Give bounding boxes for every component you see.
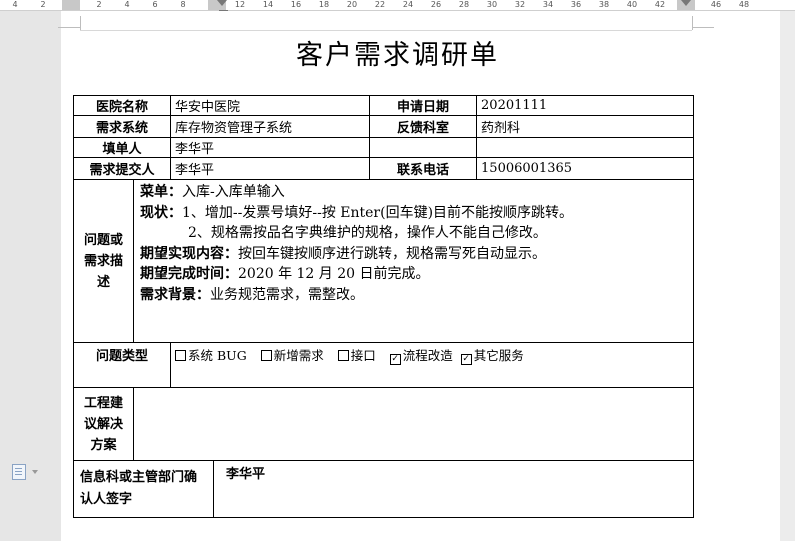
status-line: 现状：1、增加--发票号填好--按 Enter(回车键)目前不能按顺序跳转。: [140, 203, 687, 224]
menu-label: 菜单：: [140, 184, 182, 200]
background-line: 需求背景：业务规范需求，需整改。: [140, 285, 687, 306]
ruler-number: 34: [542, 0, 554, 9]
ruler-number: 38: [598, 0, 610, 9]
checkbox-icon[interactable]: [175, 350, 187, 361]
horizontal-ruler[interactable]: 4 2 2 4 6 8 12 14 16 18 20 22 24 26 28 3…: [0, 0, 795, 11]
dept-value[interactable]: 药剂科: [476, 115, 695, 138]
crop-mark: [692, 27, 714, 28]
filler-value[interactable]: 李华平: [170, 137, 371, 158]
ruler-number: 40: [626, 0, 638, 9]
apply-date-label: 申请日期: [369, 95, 478, 116]
hospital-label: 医院名称: [72, 95, 172, 116]
problem-description[interactable]: 菜单：入库-入库单输入 现状：1、增加--发票号填好--按 Enter(回车键)…: [132, 179, 695, 343]
system-value[interactable]: 库存物资管理子系统: [170, 115, 371, 138]
ruler-number: 4: [12, 0, 18, 9]
option-other-service[interactable]: ✓ 其它服务: [460, 345, 524, 365]
ruler-number: 30: [486, 0, 498, 9]
ruler-number: 32: [514, 0, 526, 9]
first-line-indent-handle[interactable]: [217, 0, 227, 6]
ruler-number: 16: [290, 0, 302, 9]
submitter-label: 需求提交人: [72, 157, 172, 180]
right-indent-handle[interactable]: [681, 0, 691, 6]
sign-value[interactable]: 李华平: [213, 460, 695, 518]
dept-label: 反馈科室: [369, 115, 478, 138]
page-gutter: [780, 11, 795, 541]
crop-mark: [58, 27, 80, 28]
request-form-table: 医院名称 华安中医院 申请日期 20201111 需求系统 库存物资管理子系统 …: [72, 95, 695, 518]
ruler-number: 26: [430, 0, 442, 9]
problem-label: 问题或需求描述: [73, 179, 134, 343]
ruler-number: 22: [374, 0, 386, 9]
ruler-number: 2: [96, 0, 102, 9]
empty-value-cell[interactable]: [476, 137, 695, 158]
menu-line: 菜单：入库-入库单输入: [140, 182, 687, 203]
hospital-value[interactable]: 华安中医院: [170, 95, 371, 116]
option-process-change[interactable]: ✓ 流程改造: [389, 345, 453, 365]
status-item-2: 2、规格需按品名字典维护的规格，操作人不能自己修改。: [188, 225, 547, 241]
filler-label: 填单人: [72, 137, 172, 158]
ruler-number: 4: [124, 0, 130, 9]
ruler-number: 2: [40, 0, 46, 9]
menu-value: 入库-入库单输入: [182, 184, 285, 200]
ruler-number: 18: [318, 0, 330, 9]
status-line-2: 2、规格需按品名字典维护的规格，操作人不能自己修改。: [140, 223, 687, 244]
phone-label: 联系电话: [369, 157, 478, 180]
background-value: 业务规范需求，需整改。: [210, 286, 364, 303]
phone-value[interactable]: 15006001365: [476, 157, 695, 180]
document-title[interactable]: 客户需求调研单: [0, 33, 795, 72]
ruler-number: 6: [152, 0, 158, 9]
option-interface[interactable]: 接口: [337, 345, 376, 364]
ruler-margin-left: [62, 0, 80, 10]
system-label: 需求系统: [72, 115, 172, 138]
sign-label: 信息科或主管部门确认人签字: [72, 460, 215, 518]
solution-label: 工程建议解决方案: [73, 387, 134, 461]
header-line: [80, 30, 692, 31]
problem-type-options: 系统 BUG 新增需求 接口 ✓ 流程改造 ✓ 其它服务: [170, 342, 695, 388]
deadline-line: 期望完成时间：2020 年 12 月 20 日前完成。: [140, 264, 687, 285]
expect-value: 按回车键按顺序进行跳转，规格需写死自动显示。: [238, 245, 546, 262]
chevron-down-icon[interactable]: [32, 470, 38, 474]
ruler-number: 42: [654, 0, 666, 9]
deadline-label: 期望完成时间：: [140, 266, 238, 282]
ruler-number: 12: [234, 0, 246, 9]
deadline-value: 2020 年 12 月 20 日前完成。: [238, 266, 430, 282]
expect-label: 期望实现内容：: [140, 245, 238, 262]
status-item-1: 1、增加--发票号填好--按 Enter(回车键)目前不能按顺序跳转。: [182, 204, 574, 221]
apply-date-value[interactable]: 20201111: [476, 95, 695, 116]
submitter-value[interactable]: 李华平: [170, 157, 371, 180]
ruler-number: 28: [458, 0, 470, 9]
option-system-bug[interactable]: 系统 BUG: [175, 345, 247, 364]
ruler-number: 48: [738, 0, 750, 9]
background-label: 需求背景：: [140, 286, 210, 303]
empty-label-cell: [369, 137, 478, 158]
checkbox-checked-icon[interactable]: ✓: [460, 354, 472, 365]
status-label: 现状：: [140, 204, 182, 221]
document-outline-icon[interactable]: [12, 464, 26, 480]
checkbox-icon[interactable]: [337, 350, 349, 361]
crop-mark: [80, 16, 81, 30]
option-new-requirement[interactable]: 新增需求: [260, 345, 324, 364]
ruler-number: 8: [180, 0, 186, 9]
ruler-number: 14: [262, 0, 274, 9]
solution-value[interactable]: [132, 387, 695, 461]
ruler-number: 20: [346, 0, 358, 9]
problem-type-label: 问题类型: [72, 342, 172, 388]
ruler-number: 24: [402, 0, 414, 9]
checkbox-checked-icon[interactable]: ✓: [389, 354, 401, 365]
ruler-number: 46: [710, 0, 722, 9]
checkbox-icon[interactable]: [260, 350, 272, 361]
expect-line: 期望实现内容：按回车键按顺序进行跳转，规格需写死自动显示。: [140, 244, 687, 265]
ruler-number: 36: [570, 0, 582, 9]
